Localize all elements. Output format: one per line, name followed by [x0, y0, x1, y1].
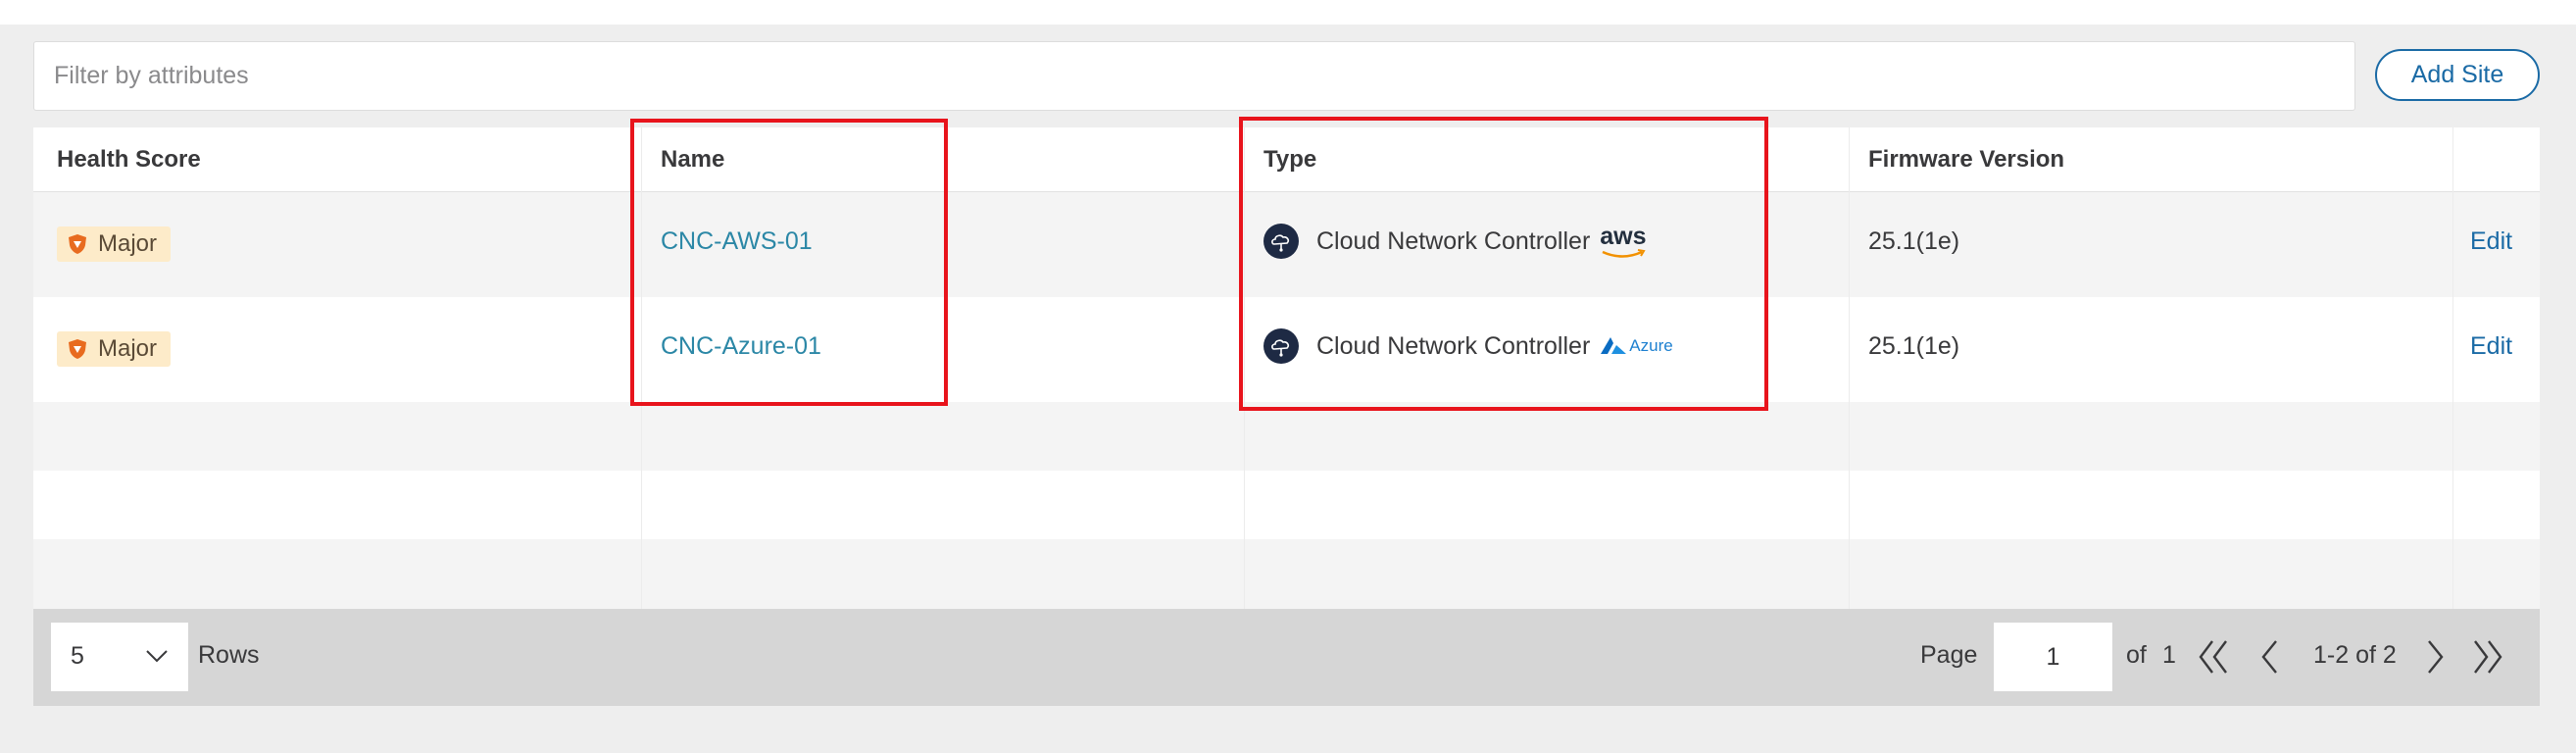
type-cell: Cloud Network Controller aws	[1263, 224, 1647, 259]
column-divider	[1244, 127, 1245, 609]
add-site-button[interactable]: Add Site	[2375, 49, 2540, 101]
type-cell: Cloud Network Controller Azure	[1263, 328, 1673, 364]
empty-row	[33, 471, 2540, 539]
first-page-icon[interactable]	[2197, 638, 2230, 676]
shield-icon	[69, 234, 86, 254]
table-row: Major CNC-AWS-01 Cloud Network Controlle…	[33, 192, 2540, 297]
empty-row	[33, 539, 2540, 609]
table-header: Health Score Name Type Firmware Version	[33, 127, 2540, 192]
column-divider	[2452, 127, 2453, 609]
of-label: of	[2126, 641, 2147, 669]
empty-row	[33, 402, 2540, 471]
previous-page-icon[interactable]	[2258, 638, 2280, 676]
aws-logo-icon: aws	[1600, 224, 1647, 259]
health-label: Major	[98, 335, 158, 362]
health-label: Major	[98, 230, 158, 257]
last-page-icon[interactable]	[2471, 638, 2504, 676]
site-name-link[interactable]: CNC-Azure-01	[661, 332, 821, 361]
rows-per-page-select[interactable]: 5	[51, 623, 188, 691]
health-badge-major: Major	[57, 226, 172, 262]
column-header-name[interactable]: Name	[661, 127, 724, 192]
column-divider	[1849, 127, 1850, 609]
page-number-input[interactable]: 1	[1994, 623, 2112, 691]
rows-label: Rows	[198, 641, 260, 669]
cloud-controller-icon	[1263, 224, 1299, 259]
firmware-version: 25.1(1e)	[1868, 332, 1960, 360]
health-badge-major: Major	[57, 331, 172, 367]
chevron-down-icon	[146, 650, 168, 663]
firmware-version: 25.1(1e)	[1868, 227, 1960, 255]
shield-icon	[69, 339, 86, 359]
table-row: Major CNC-Azure-01 Cloud Network Control…	[33, 297, 2540, 402]
total-pages: 1	[2162, 641, 2176, 669]
type-label: Cloud Network Controller	[1316, 331, 1591, 360]
sites-table: Health Score Name Type Firmware Version …	[33, 127, 2540, 609]
edit-link[interactable]: Edit	[2470, 227, 2512, 256]
column-divider	[641, 127, 642, 609]
top-strip	[0, 0, 2576, 25]
table-footer: 5 Rows Page 1 of 1 1-2 of 2	[33, 609, 2540, 706]
page-range: 1-2 of 2	[2313, 641, 2397, 669]
type-label: Cloud Network Controller	[1316, 226, 1591, 255]
edit-link[interactable]: Edit	[2470, 332, 2512, 361]
cloud-controller-icon	[1263, 328, 1299, 364]
column-header-type[interactable]: Type	[1263, 127, 1316, 192]
column-header-health-score[interactable]: Health Score	[57, 127, 201, 192]
page-label: Page	[1920, 641, 1978, 669]
azure-logo-icon: Azure	[1600, 336, 1673, 356]
site-name-link[interactable]: CNC-AWS-01	[661, 227, 813, 256]
filter-input[interactable]: Filter by attributes	[33, 41, 2355, 111]
column-header-firmware-version[interactable]: Firmware Version	[1868, 127, 2064, 192]
next-page-icon[interactable]	[2425, 638, 2447, 676]
